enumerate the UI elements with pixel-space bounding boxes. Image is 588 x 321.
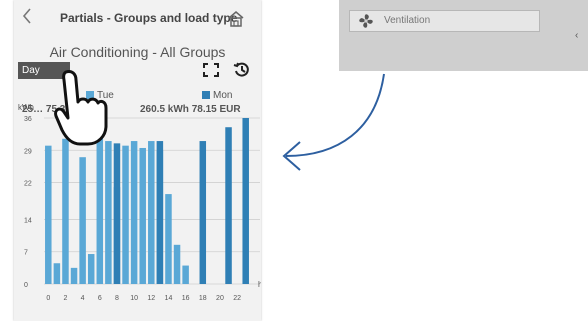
x-tick-label: 10 [130, 295, 138, 302]
x-tick-label: 12 [147, 295, 155, 302]
x-tick-label: 4 [81, 295, 85, 302]
bar-tue-2 [62, 138, 69, 284]
home-button[interactable] [226, 9, 246, 29]
bar-mon-8 [113, 143, 121, 284]
chevron-left-icon [22, 8, 31, 24]
tap-gesture-hand-icon [54, 70, 108, 146]
x-tick-label: 8 [115, 295, 119, 302]
bar-tue-11 [139, 147, 146, 284]
x-tick-label: 20 [216, 295, 224, 302]
top-bar: Partials - Groups and load type [14, 0, 261, 38]
bar-tue-15 [173, 244, 181, 284]
bar-tue-4 [79, 157, 86, 284]
y-tick-label: 36 [24, 116, 32, 123]
panel-edge-chevron: ‹ [575, 30, 579, 41]
y-tick-label: 29 [24, 148, 32, 155]
x-tick-label: 22 [233, 295, 241, 302]
fullscreen-button[interactable] [203, 63, 219, 77]
ventilation-label: Ventilation [384, 15, 431, 26]
bar-tue-6 [96, 131, 104, 284]
bar-tue-7 [105, 141, 112, 284]
x-tick-label: 0 [46, 295, 50, 302]
bar-mon-23 [242, 118, 249, 284]
curved-arrow-icon [282, 73, 385, 171]
x-tick-label: 16 [182, 295, 190, 302]
back-button[interactable] [18, 6, 38, 30]
x-axis-label: h [258, 280, 261, 289]
fan-icon [359, 14, 373, 28]
bar-mon-13 [156, 141, 164, 284]
bar-tue-0 [45, 145, 52, 284]
x-tick-label: 6 [98, 295, 102, 302]
history-button[interactable] [233, 61, 251, 79]
history-icon [233, 62, 249, 77]
bar-tue-1 [53, 263, 61, 284]
group-subtitle: Air Conditioning - All Groups [49, 44, 226, 60]
bar-tue-16 [182, 265, 189, 284]
y-axis-label: kWh [18, 103, 34, 112]
home-icon [228, 11, 244, 27]
side-panel: Ventilation ‹ [339, 0, 588, 71]
phone-screen: Partials - Groups and load type Air Cond… [14, 0, 261, 321]
bar-tue-9 [122, 145, 129, 284]
y-tick-label: 14 [24, 217, 32, 224]
x-tick-label: 18 [199, 295, 207, 302]
y-tick-label: 22 [24, 181, 32, 188]
bar-mon-18 [199, 141, 207, 284]
x-tick-label: 14 [165, 295, 173, 302]
bar-tue-12 [148, 141, 155, 284]
x-tick-label: 2 [64, 295, 68, 302]
bar-mon-21 [225, 127, 232, 284]
bar-tue-5 [87, 254, 95, 284]
fullscreen-icon [203, 63, 219, 77]
y-tick-label: 7 [24, 250, 28, 257]
bar-tue-10 [130, 141, 138, 284]
bar-tue-3 [70, 267, 78, 284]
bar-tue-14 [165, 194, 172, 284]
page-title: Partials - Groups and load type [60, 11, 238, 25]
ventilation-button[interactable]: Ventilation [349, 10, 540, 32]
y-tick-label: 0 [24, 282, 28, 289]
